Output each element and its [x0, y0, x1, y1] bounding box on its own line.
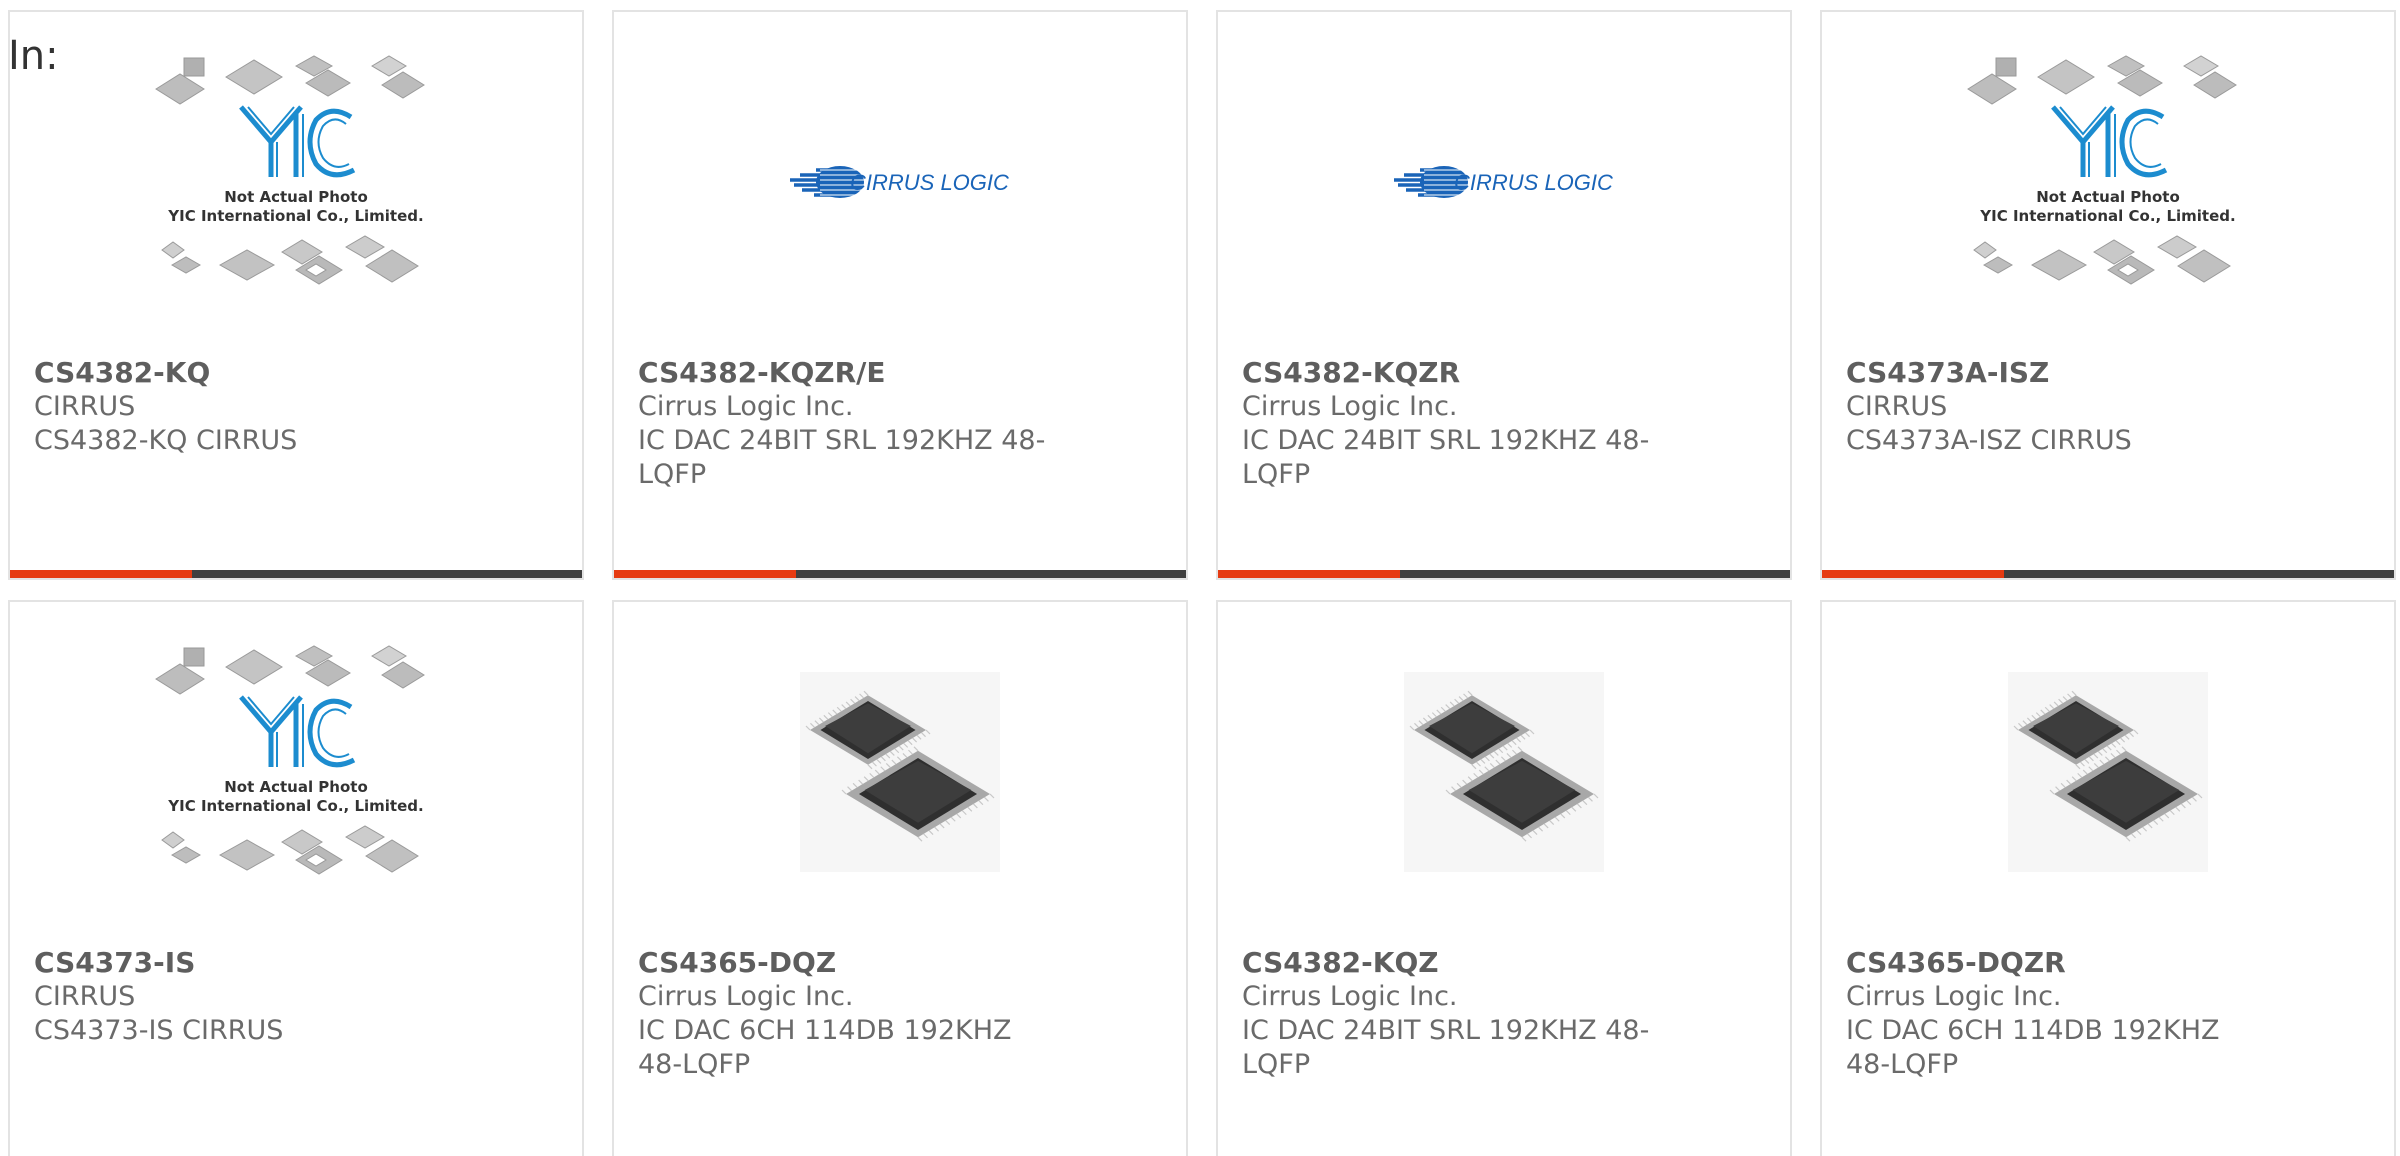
product-description: IC DAC 6CH 114DB 192KHZ 48-LQFP — [638, 1015, 1012, 1080]
svg-text:CIRRUS LOGIC: CIRRUS LOGIC — [1454, 170, 1613, 195]
product-description: IC DAC 24BIT SRL 192KHZ 48-LQFP — [1242, 425, 1650, 490]
product-part-number[interactable]: CS4365-DQZ — [638, 946, 1162, 980]
product-manufacturer: Cirrus Logic Inc. — [638, 391, 854, 422]
product-info: CS4365-DQZ Cirrus Logic Inc. IC DAC 6CH … — [638, 946, 1162, 1082]
product-part-number[interactable]: CS4382-KQ — [34, 356, 558, 390]
yic-placeholder-graphic: Not Actual PhotoYIC International Co., L… — [155, 645, 425, 875]
product-manufacturer: Cirrus Logic Inc. — [1242, 981, 1458, 1012]
product-description: IC DAC 24BIT SRL 192KHZ 48-LQFP — [638, 425, 1046, 490]
product-card[interactable]: Not Actual Photo YIC International Co., L… — [8, 600, 584, 1156]
filter-label: In: — [8, 33, 59, 79]
product-image — [1218, 602, 1790, 942]
card-accent-bar — [614, 570, 796, 578]
svg-text:YIC International Co., Limited: YIC International Co., Limited. — [1979, 207, 2235, 225]
svg-text:CIRRUS LOGIC: CIRRUS LOGIC — [850, 170, 1009, 195]
product-manufacturer: Cirrus Logic Inc. — [1242, 391, 1458, 422]
card-underline-bar — [1822, 570, 2394, 578]
product-image — [614, 602, 1186, 942]
product-card[interactable]: CS4365-DQZ Cirrus Logic Inc. IC DAC 6CH … — [612, 600, 1188, 1156]
product-manufacturer: CIRRUS — [1846, 391, 1948, 422]
product-description: CS4373-IS CIRRUS — [34, 1015, 284, 1046]
product-info: CS4373A-ISZ CIRRUS CS4373A-ISZ CIRRUS — [1846, 356, 2370, 458]
product-description: CS4382-KQ CIRRUS — [34, 425, 298, 456]
cirrus-logic-logo: CIRRUS LOGIC — [790, 166, 1009, 198]
product-manufacturer: Cirrus Logic Inc. — [638, 981, 854, 1012]
product-image — [1822, 602, 2394, 942]
product-info: CS4373-IS CIRRUS CS4373-IS CIRRUS — [34, 946, 558, 1048]
product-card[interactable]: CIRRUS LOGIC CS4382-KQZR Cirrus Logic In… — [1216, 10, 1792, 580]
card-underline-bar — [614, 570, 1186, 578]
card-accent-bar — [1218, 570, 1400, 578]
product-part-number[interactable]: CS4382-KQZR — [1242, 356, 1766, 390]
product-info: CS4365-DQZR Cirrus Logic Inc. IC DAC 6CH… — [1846, 946, 2370, 1082]
product-image: Not Actual Photo YIC International Co., L… — [1822, 12, 2394, 352]
product-part-number[interactable]: CS4365-DQZR — [1846, 946, 2370, 980]
card-underline-bar — [10, 570, 582, 578]
product-card[interactable]: CS4382-KQZ Cirrus Logic Inc. IC DAC 24BI… — [1216, 600, 1792, 1156]
product-part-number[interactable]: CS4382-KQZR/E — [638, 356, 1162, 390]
lqfp-chip-photo — [1404, 672, 1604, 872]
product-info: CS4382-KQZR/E Cirrus Logic Inc. IC DAC 2… — [638, 356, 1162, 492]
yic-placeholder-graphic: Not Actual PhotoYIC International Co., L… — [155, 55, 425, 285]
product-info: CS4382-KQZ Cirrus Logic Inc. IC DAC 24BI… — [1242, 946, 1766, 1082]
cirrus-logic-logo: CIRRUS LOGIC — [1394, 166, 1613, 198]
product-card[interactable]: CS4365-DQZR Cirrus Logic Inc. IC DAC 6CH… — [1820, 600, 2396, 1156]
svg-text:Not Actual Photo: Not Actual Photo — [224, 778, 368, 796]
product-part-number[interactable]: CS4373A-ISZ — [1846, 356, 2370, 390]
product-description: CS4373A-ISZ CIRRUS — [1846, 425, 2132, 456]
product-manufacturer: Cirrus Logic Inc. — [1846, 981, 2062, 1012]
card-underline-bar — [1218, 570, 1790, 578]
product-card[interactable]: Not Actual Photo YIC International Co., L… — [8, 10, 584, 580]
product-manufacturer: CIRRUS — [34, 981, 136, 1012]
svg-text:YIC International Co., Limited: YIC International Co., Limited. — [167, 207, 423, 225]
product-card[interactable]: Not Actual Photo YIC International Co., L… — [1820, 10, 2396, 580]
product-manufacturer: CIRRUS — [34, 391, 136, 422]
card-accent-bar — [1822, 570, 2004, 578]
product-part-number[interactable]: CS4373-IS — [34, 946, 558, 980]
product-info: CS4382-KQZR Cirrus Logic Inc. IC DAC 24B… — [1242, 356, 1766, 492]
lqfp-chip-photo — [2008, 672, 2208, 872]
svg-text:YIC International Co., Limited: YIC International Co., Limited. — [167, 797, 423, 815]
svg-text:Not Actual Photo: Not Actual Photo — [224, 188, 368, 206]
product-image: Not Actual Photo YIC International Co., L… — [10, 12, 582, 352]
lqfp-chip-photo — [800, 672, 1000, 872]
svg-text:Not Actual Photo: Not Actual Photo — [2036, 188, 2180, 206]
product-description: IC DAC 6CH 114DB 192KHZ 48-LQFP — [1846, 1015, 2220, 1080]
product-card[interactable]: CIRRUS LOGIC CS4382-KQZR/E Cirrus Logic … — [612, 10, 1188, 580]
product-part-number[interactable]: CS4382-KQZ — [1242, 946, 1766, 980]
product-info: CS4382-KQ CIRRUS CS4382-KQ CIRRUS — [34, 356, 558, 458]
product-image: CIRRUS LOGIC — [614, 12, 1186, 352]
product-image: Not Actual Photo YIC International Co., L… — [10, 602, 582, 942]
product-description: IC DAC 24BIT SRL 192KHZ 48-LQFP — [1242, 1015, 1650, 1080]
yic-placeholder-graphic: Not Actual PhotoYIC International Co., L… — [1967, 55, 2237, 285]
product-image: CIRRUS LOGIC — [1218, 12, 1790, 352]
card-accent-bar — [10, 570, 192, 578]
product-grid-page: In: Not Actual Photo YIC International Co… — [0, 0, 2400, 1156]
